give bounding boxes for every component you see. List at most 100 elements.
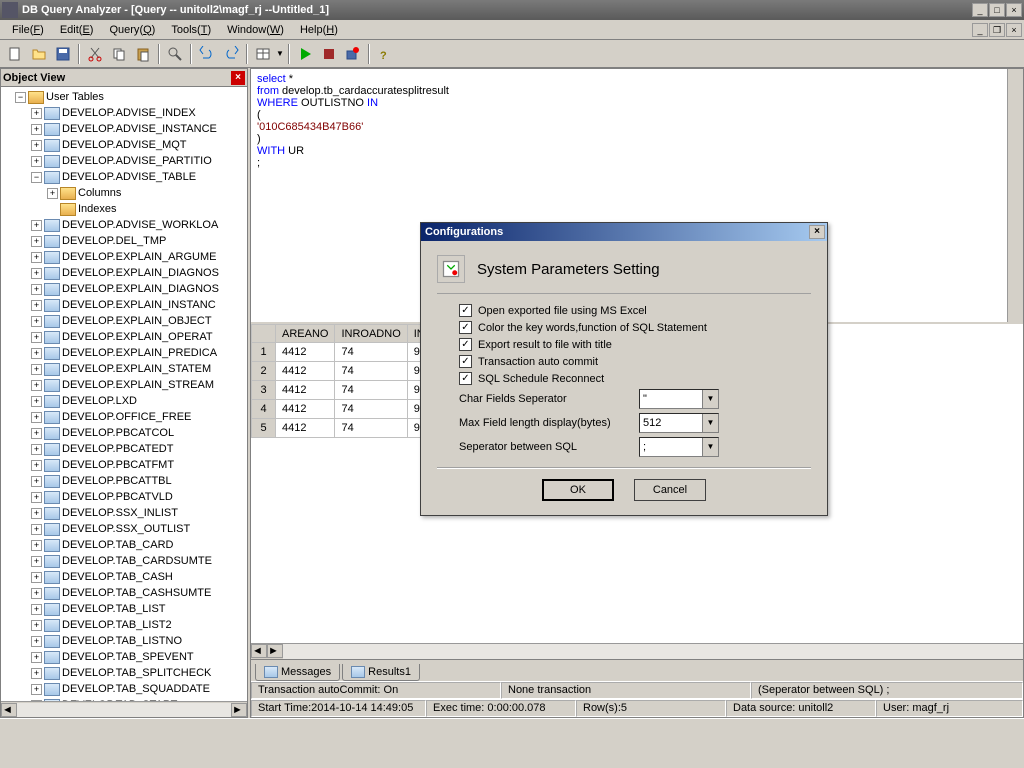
mdi-restore-button[interactable]: ❐ xyxy=(989,23,1005,37)
expander-icon[interactable]: + xyxy=(31,252,42,263)
expander-icon[interactable]: + xyxy=(31,492,42,503)
expander-icon[interactable]: + xyxy=(31,604,42,615)
expander-icon[interactable]: + xyxy=(31,508,42,519)
tree-item-table[interactable]: +DEVELOP.SSX_INLIST xyxy=(3,505,245,521)
table-cell[interactable]: 74 xyxy=(335,419,407,438)
dropdown-icon[interactable]: ▼ xyxy=(702,438,718,456)
tree-item-table[interactable]: −DEVELOP.ADVISE_TABLE xyxy=(3,169,245,185)
tree-item-table[interactable]: +DEVELOP.EXPLAIN_DIAGNOS xyxy=(3,281,245,297)
expander-icon[interactable]: + xyxy=(31,236,42,247)
dropdown-icon[interactable]: ▼ xyxy=(702,414,718,432)
tree-item-table[interactable]: +DEVELOP.EXPLAIN_INSTANC xyxy=(3,297,245,313)
char-sep-input[interactable] xyxy=(640,393,702,405)
tree-item-table[interactable]: +DEVELOP.PBCATCOL xyxy=(3,425,245,441)
tree-item-table[interactable]: +DEVELOP.TAB_SQUADDATE xyxy=(3,681,245,697)
expander-icon[interactable]: + xyxy=(31,284,42,295)
tree-item-table[interactable]: +DEVELOP.PBCATEDT xyxy=(3,441,245,457)
tree-item-table[interactable]: +DEVELOP.DEL_TMP xyxy=(3,233,245,249)
tree-item-table[interactable]: +DEVELOP.PBCATFMT xyxy=(3,457,245,473)
help-button[interactable]: ? xyxy=(374,43,396,65)
open-button[interactable] xyxy=(28,43,50,65)
expander-icon[interactable]: + xyxy=(31,540,42,551)
tree-item-table[interactable]: +DEVELOP.PBCATTBL xyxy=(3,473,245,489)
menu-file[interactable]: File(F) xyxy=(4,22,52,38)
grid-button[interactable] xyxy=(252,43,274,65)
expander-icon[interactable]: + xyxy=(31,428,42,439)
expander-icon[interactable]: + xyxy=(31,220,42,231)
maximize-button[interactable]: □ xyxy=(989,3,1005,17)
cancel-query-button[interactable] xyxy=(342,43,364,65)
results-hscroll[interactable]: ◄ ► xyxy=(251,643,1023,659)
tree-item-table[interactable]: +DEVELOP.EXPLAIN_STREAM xyxy=(3,377,245,393)
table-cell[interactable]: 4412 xyxy=(276,343,335,362)
expander-icon[interactable]: + xyxy=(31,364,42,375)
close-button[interactable]: × xyxy=(1006,3,1022,17)
tree-item-table[interactable]: +DEVELOP.ADVISE_INDEX xyxy=(3,105,245,121)
mdi-close-button[interactable]: × xyxy=(1006,23,1022,37)
expander-icon[interactable]: + xyxy=(31,620,42,631)
column-header[interactable]: INROADNO xyxy=(335,325,407,343)
paste-button[interactable] xyxy=(132,43,154,65)
tab-results1[interactable]: Results1 xyxy=(342,664,420,681)
copy-button[interactable] xyxy=(108,43,130,65)
expander-icon[interactable]: + xyxy=(31,524,42,535)
save-button[interactable] xyxy=(52,43,74,65)
expander-icon[interactable]: + xyxy=(31,572,42,583)
expander-icon[interactable]: − xyxy=(31,172,42,183)
minimize-button[interactable]: _ xyxy=(972,3,988,17)
tree-item-table[interactable]: +DEVELOP.TAB_CARD xyxy=(3,537,245,553)
expander-icon[interactable]: + xyxy=(31,396,42,407)
ok-button[interactable]: OK xyxy=(542,479,614,501)
tree-item-table[interactable]: +DEVELOP.TAB_SPEVENT xyxy=(3,649,245,665)
table-cell[interactable]: 4412 xyxy=(276,362,335,381)
table-cell[interactable]: 3 xyxy=(252,381,276,400)
tree-root-user-tables[interactable]: −User Tables xyxy=(3,89,245,105)
menu-edit[interactable]: Edit(E) xyxy=(52,22,102,38)
expander-icon[interactable]: + xyxy=(31,412,42,423)
expander-icon[interactable]: + xyxy=(31,476,42,487)
expander-icon[interactable]: + xyxy=(31,140,42,151)
tree-item-table[interactable]: +DEVELOP.LXD xyxy=(3,393,245,409)
char-sep-combo[interactable]: ▼ xyxy=(639,389,719,409)
tab-messages[interactable]: Messages xyxy=(255,664,340,681)
dropdown-icon[interactable]: ▼ xyxy=(702,390,718,408)
menu-query[interactable]: Query(Q) xyxy=(101,22,163,38)
expander-icon[interactable]: + xyxy=(31,668,42,679)
expander-icon[interactable]: + xyxy=(31,588,42,599)
menu-help[interactable]: Help(H) xyxy=(292,22,346,38)
scroll-right-button[interactable]: ► xyxy=(267,644,283,658)
tree-item-table[interactable]: +DEVELOP.TAB_CASH xyxy=(3,569,245,585)
table-cell[interactable]: 4412 xyxy=(276,419,335,438)
expander-icon[interactable]: + xyxy=(47,188,58,199)
tree-item-table[interactable]: +DEVELOP.TAB_CASHSUMTE xyxy=(3,585,245,601)
tree-item-table[interactable]: +DEVELOP.EXPLAIN_STATEM xyxy=(3,361,245,377)
checkbox-open-excel[interactable]: ✓ xyxy=(459,304,472,317)
stop-button[interactable] xyxy=(318,43,340,65)
table-cell[interactable]: 1 xyxy=(252,343,276,362)
table-cell[interactable]: 74 xyxy=(335,343,407,362)
tree-item-table[interactable]: +DEVELOP.TAB_LIST xyxy=(3,601,245,617)
scroll-right-button[interactable]: ► xyxy=(231,703,247,717)
expander-icon[interactable]: + xyxy=(31,380,42,391)
sidebar-hscroll[interactable]: ◄ ► xyxy=(1,701,247,717)
expander-icon[interactable]: + xyxy=(31,444,42,455)
expander-icon[interactable]: − xyxy=(15,92,26,103)
dialog-close-button[interactable]: × xyxy=(809,225,825,239)
max-length-combo[interactable]: ▼ xyxy=(639,413,719,433)
tree-item-table[interactable]: +DEVELOP.ADVISE_PARTITIO xyxy=(3,153,245,169)
tree-item-indexes[interactable]: Indexes xyxy=(3,201,245,217)
table-cell[interactable]: 4 xyxy=(252,400,276,419)
checkbox-export-title[interactable]: ✓ xyxy=(459,338,472,351)
table-cell[interactable]: 74 xyxy=(335,362,407,381)
table-cell[interactable]: 4412 xyxy=(276,400,335,419)
expander-icon[interactable]: + xyxy=(31,636,42,647)
expander-icon[interactable]: + xyxy=(31,348,42,359)
table-cell[interactable]: 5 xyxy=(252,419,276,438)
redo-button[interactable] xyxy=(220,43,242,65)
undo-button[interactable] xyxy=(196,43,218,65)
tree-item-columns[interactable]: +Columns xyxy=(3,185,245,201)
expander-icon[interactable]: + xyxy=(31,460,42,471)
tree-item-table[interactable]: +DEVELOP.EXPLAIN_DIAGNOS xyxy=(3,265,245,281)
tree-item-table[interactable]: +DEVELOP.ADVISE_MQT xyxy=(3,137,245,153)
editor-vscroll[interactable] xyxy=(1007,69,1023,322)
